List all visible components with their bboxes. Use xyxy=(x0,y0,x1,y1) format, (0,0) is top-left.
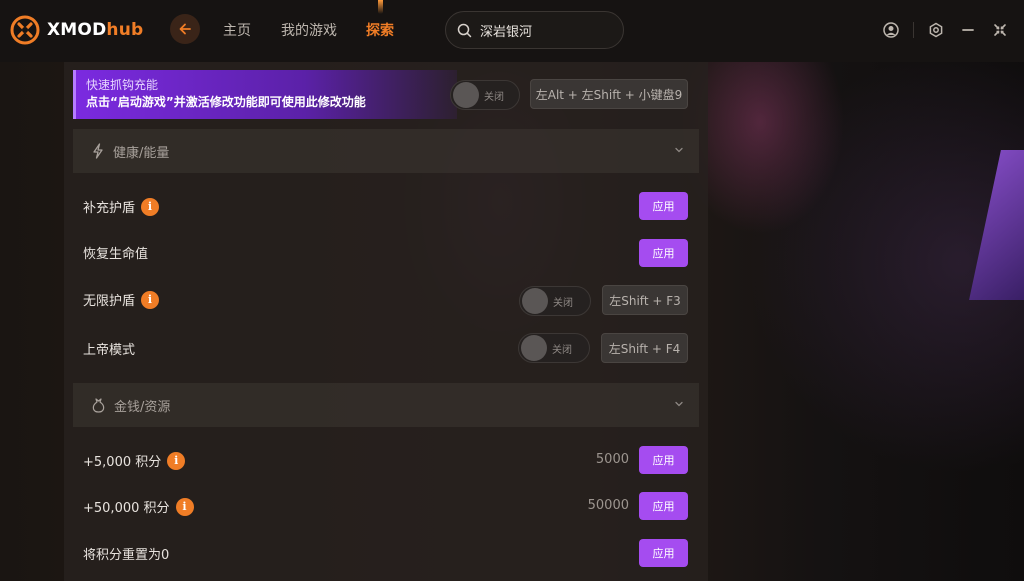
top-bar: XMODhub 主页 我的游戏 探索 深岩银河 xyxy=(0,0,1024,62)
divider xyxy=(913,22,914,38)
user-icon xyxy=(883,22,899,38)
row-plus-50000-points: +50,000 积分 i xyxy=(83,497,194,516)
grapple-charge-toggle[interactable]: 关闭 xyxy=(450,80,520,110)
god-mode-toggle[interactable]: 关闭 xyxy=(518,333,590,363)
toggle-label: 关闭 xyxy=(484,91,504,103)
settings-icon xyxy=(929,22,943,38)
apply-plus-5000-button[interactable]: 应用 xyxy=(639,446,688,474)
section-label: 金钱/资源 xyxy=(114,399,171,415)
section-money-resources[interactable]: 金钱/资源 xyxy=(73,383,699,427)
toggle-label: 关闭 xyxy=(552,344,572,356)
settings-button[interactable] xyxy=(926,20,946,40)
user-button[interactable] xyxy=(881,20,901,40)
toggle-knob xyxy=(521,335,547,361)
plus-5000-value[interactable]: 5000 xyxy=(569,452,629,467)
search-box[interactable]: 深岩银河 xyxy=(445,11,624,49)
infinite-shield-toggle[interactable]: 关闭 xyxy=(519,286,591,316)
banner-message: 点击“启动游戏”并激活修改功能即可使用此修改功能 xyxy=(86,95,366,109)
money-bag-icon xyxy=(92,398,105,413)
grapple-charge-hotkey[interactable]: 左Alt + 左Shift + 小键盘9 xyxy=(530,79,688,109)
chevron-down-icon xyxy=(675,147,683,153)
infinite-shield-hotkey[interactable]: 左Shift + F3 xyxy=(602,285,688,315)
row-reset-points: 将积分重置为0 xyxy=(83,548,170,563)
section-health-energy[interactable]: 健康/能量 xyxy=(73,129,699,173)
active-tab-indicator xyxy=(378,0,383,14)
row-plus-5000-points: +5,000 积分 i xyxy=(83,451,186,470)
window-controls xyxy=(869,20,1010,40)
row-refill-shield: 补充护盾 i xyxy=(83,197,160,216)
activation-banner: 快速抓钩充能 点击“启动游戏”并激活修改功能即可使用此修改功能 xyxy=(73,70,457,119)
info-icon[interactable]: i xyxy=(141,290,160,309)
back-button[interactable] xyxy=(170,14,200,44)
collapse-icon xyxy=(994,24,1006,36)
toggle-label: 关闭 xyxy=(553,297,573,309)
search-icon xyxy=(457,23,472,37)
app-logo[interactable]: XMODhub xyxy=(10,15,143,45)
apply-plus-50000-button[interactable]: 应用 xyxy=(639,492,688,520)
nav-home[interactable]: 主页 xyxy=(223,20,251,40)
row-restore-health: 恢复生命值 xyxy=(83,247,149,262)
minimize-icon xyxy=(962,29,974,31)
info-icon[interactable]: i xyxy=(167,451,186,470)
apply-restore-health-button[interactable]: 应用 xyxy=(639,239,688,267)
search-input[interactable]: 深岩银河 xyxy=(480,21,532,40)
apply-reset-points-button[interactable]: 应用 xyxy=(639,539,688,567)
nav-explore[interactable]: 探索 xyxy=(366,20,394,40)
minimize-button[interactable] xyxy=(958,20,978,40)
close-button[interactable] xyxy=(990,20,1010,40)
row-god-mode: 上帝模式 xyxy=(83,343,136,358)
toggle-knob xyxy=(522,288,548,314)
xmod-logo-icon xyxy=(10,15,40,45)
plus-50000-value[interactable]: 50000 xyxy=(569,498,629,513)
info-icon[interactable]: i xyxy=(175,497,194,516)
nav-my-games[interactable]: 我的游戏 xyxy=(281,20,337,40)
section-label: 健康/能量 xyxy=(113,145,170,161)
arrow-left-icon xyxy=(179,23,191,35)
banner-title: 快速抓钩充能 xyxy=(86,78,159,92)
app-title: XMODhub xyxy=(47,20,144,40)
chevron-down-icon xyxy=(675,401,683,407)
apply-refill-shield-button[interactable]: 应用 xyxy=(639,192,688,220)
row-infinite-shield: 无限护盾 i xyxy=(83,290,160,309)
info-icon[interactable]: i xyxy=(141,197,160,216)
lightning-icon xyxy=(93,143,103,159)
god-mode-hotkey[interactable]: 左Shift + F4 xyxy=(601,333,688,363)
toggle-knob xyxy=(453,82,479,108)
